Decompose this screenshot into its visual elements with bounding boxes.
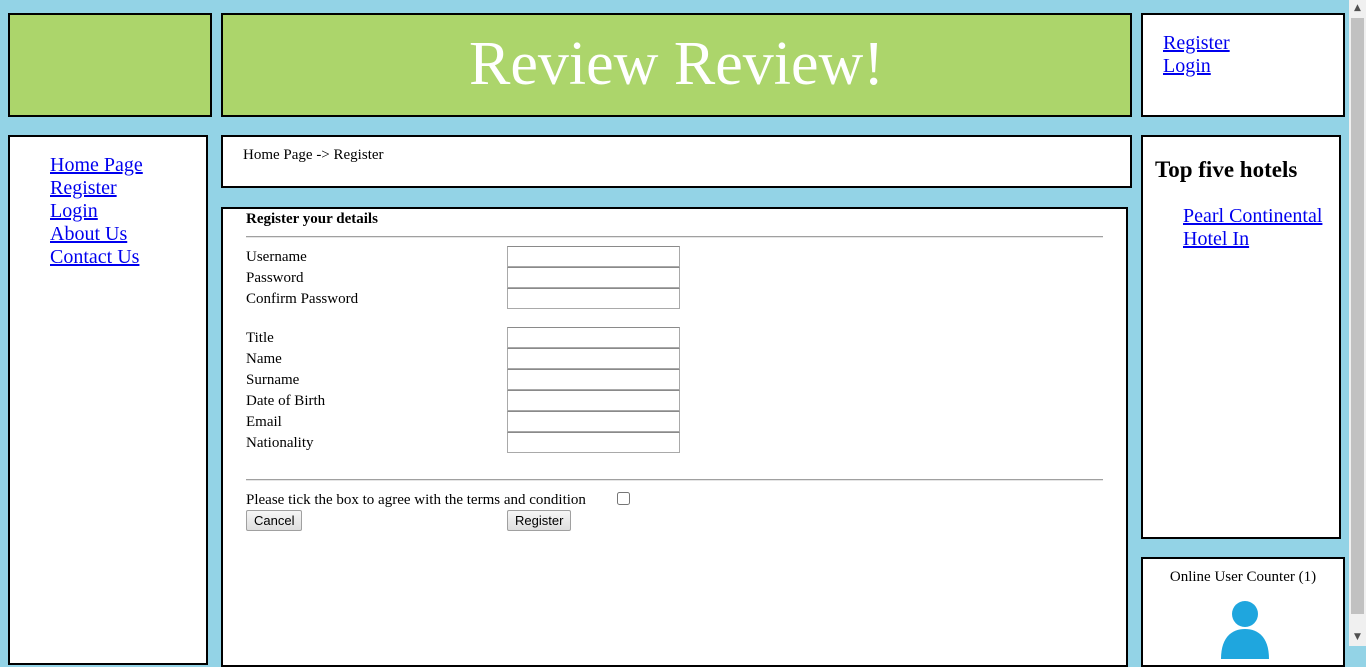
terms-checkbox[interactable] <box>617 492 630 505</box>
scrollbar-thumb[interactable] <box>1351 18 1364 614</box>
username-label: Username <box>246 249 307 265</box>
breadcrumb-panel: Home Page -> Register <box>221 135 1132 188</box>
form-heading: Register your details <box>246 211 378 227</box>
scroll-up-arrow-icon[interactable]: ▲ <box>1349 0 1366 17</box>
header-left-panel <box>8 13 212 117</box>
header-banner: Review Review! <box>221 13 1132 117</box>
auth-panel: Register Login <box>1141 13 1345 117</box>
confirm-password-label: Confirm Password <box>246 291 359 307</box>
form-divider-bottom <box>246 479 1103 481</box>
top-hotels-heading: Top five hotels <box>1155 157 1298 182</box>
nav-item-home-page[interactable]: Home Page <box>50 154 143 177</box>
left-nav-panel: Home Page Register Login About Us Contac… <box>8 135 208 665</box>
nav-item-contact-us[interactable]: Contact Us <box>50 246 143 269</box>
hotel-link[interactable]: Pearl Continental Hotel In <box>1183 205 1333 251</box>
online-user-counter-panel: Online User Counter (1) <box>1141 557 1345 667</box>
surname-input[interactable] <box>507 369 680 390</box>
name-input[interactable] <box>507 348 680 369</box>
scroll-down-arrow-icon[interactable]: ▼ <box>1349 629 1366 646</box>
site-title: Review Review! <box>469 30 884 98</box>
cancel-button[interactable]: Cancel <box>246 510 303 531</box>
password-label: Password <box>246 270 304 286</box>
login-link[interactable]: Login <box>1163 55 1230 78</box>
nav-list: Home Page Register Login About Us Contac… <box>50 154 143 269</box>
date-of-birth-input[interactable] <box>507 390 680 411</box>
nav-item-register[interactable]: Register <box>50 177 143 200</box>
breadcrumb: Home Page -> Register <box>243 147 384 163</box>
nav-item-about-us[interactable]: About Us <box>50 223 143 246</box>
title-label: Title <box>246 330 274 346</box>
password-input[interactable] <box>507 267 680 288</box>
confirm-password-input[interactable] <box>507 288 680 309</box>
hotel-list: Pearl Continental Hotel In <box>1183 205 1333 251</box>
registration-form: Register your details Username Password … <box>221 207 1128 667</box>
email-input[interactable] <box>507 411 680 432</box>
form-divider-top <box>246 236 1103 238</box>
username-input[interactable] <box>507 246 680 267</box>
nationality-label: Nationality <box>246 435 314 451</box>
vertical-scrollbar[interactable]: ▲ ▼ <box>1349 0 1366 646</box>
title-input[interactable] <box>507 327 680 348</box>
register-button[interactable]: Register <box>507 510 572 531</box>
top-hotels-panel: Top five hotels Pearl Continental Hotel … <box>1141 135 1341 539</box>
online-user-counter: Online User Counter (1) <box>1169 569 1317 585</box>
nationality-input[interactable] <box>507 432 680 453</box>
surname-label: Surname <box>246 372 300 388</box>
user-icon <box>1221 601 1269 659</box>
auth-links: Register Login <box>1163 32 1230 78</box>
terms-label: Please tick the box to agree with the te… <box>246 492 586 508</box>
register-link[interactable]: Register <box>1163 32 1230 55</box>
name-label: Name <box>246 351 282 367</box>
email-label: Email <box>246 414 282 430</box>
date-of-birth-label: Date of Birth <box>246 393 326 409</box>
nav-item-login[interactable]: Login <box>50 200 143 223</box>
